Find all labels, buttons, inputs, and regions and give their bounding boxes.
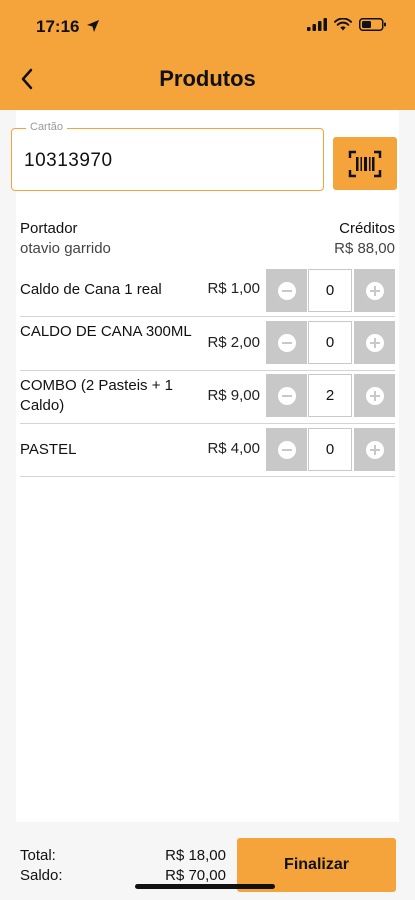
minus-circle-icon	[277, 440, 296, 459]
credits-value: R$ 88,00	[334, 240, 395, 257]
product-row: COMBO (2 Pasteis + 1 Caldo) R$ 9,00 2	[20, 371, 395, 424]
product-row: PASTEL R$ 4,00 0	[20, 424, 395, 477]
signal-icon	[307, 18, 327, 31]
quantity-value[interactable]: 0	[308, 321, 352, 364]
holder-name: otavio garrido	[20, 240, 111, 257]
total-label: Total:	[20, 847, 56, 864]
product-name: CALDO DE CANA 300ML	[20, 323, 192, 340]
credits-label: Créditos	[339, 220, 395, 237]
increase-quantity-button[interactable]	[354, 374, 395, 417]
battery-icon	[359, 18, 386, 31]
quantity-value[interactable]: 2	[308, 374, 352, 417]
product-name: Caldo de Cana 1 real	[20, 281, 162, 298]
product-row: CALDO DE CANA 300ML R$ 2,00 0	[20, 318, 395, 371]
status-icons	[307, 18, 387, 31]
quantity-value[interactable]: 0	[308, 428, 352, 471]
product-price: R$ 4,00	[207, 440, 260, 457]
decrease-quantity-button[interactable]	[266, 374, 307, 417]
card-number-field[interactable]: Cartão 10313970	[11, 121, 324, 191]
balance-value: R$ 70,00	[165, 867, 226, 884]
increase-quantity-button[interactable]	[354, 428, 395, 471]
home-indicator	[135, 884, 275, 889]
minus-circle-icon	[277, 333, 296, 352]
card-field-label: Cartão	[26, 121, 68, 133]
minus-circle-icon	[277, 386, 296, 405]
barcode-scan-icon	[348, 150, 382, 177]
decrease-quantity-button[interactable]	[266, 321, 307, 364]
plus-circle-icon	[365, 440, 384, 459]
page-title: Produtos	[159, 66, 256, 91]
minus-circle-icon	[277, 281, 296, 300]
product-name: COMBO (2 Pasteis + 1 Caldo)	[20, 377, 173, 414]
decrease-quantity-button[interactable]	[266, 269, 307, 312]
plus-circle-icon	[365, 333, 384, 352]
product-row: Caldo de Cana 1 real R$ 1,00 0	[20, 264, 395, 317]
increase-quantity-button[interactable]	[354, 269, 395, 312]
increase-quantity-button[interactable]	[354, 321, 395, 364]
total-value: R$ 18,00	[165, 847, 226, 864]
decrease-quantity-button[interactable]	[266, 428, 307, 471]
holder-label: Portador	[20, 220, 78, 237]
plus-circle-icon	[365, 281, 384, 300]
product-price: R$ 1,00	[207, 280, 260, 297]
barcode-scan-button[interactable]	[333, 137, 397, 190]
wifi-icon	[334, 18, 352, 31]
balance-label: Saldo:	[20, 867, 63, 884]
card-number-input[interactable]: 10313970	[24, 150, 113, 172]
product-price: R$ 9,00	[207, 387, 260, 404]
location-arrow-icon	[87, 20, 99, 32]
product-name: PASTEL	[20, 441, 77, 458]
app-header: 17:16 Produtos	[0, 0, 415, 110]
status-bar: 17:16	[0, 0, 415, 54]
status-time: 17:16	[36, 17, 80, 36]
plus-circle-icon	[365, 386, 384, 405]
quantity-value[interactable]: 0	[308, 269, 352, 312]
product-price: R$ 2,00	[207, 334, 260, 351]
